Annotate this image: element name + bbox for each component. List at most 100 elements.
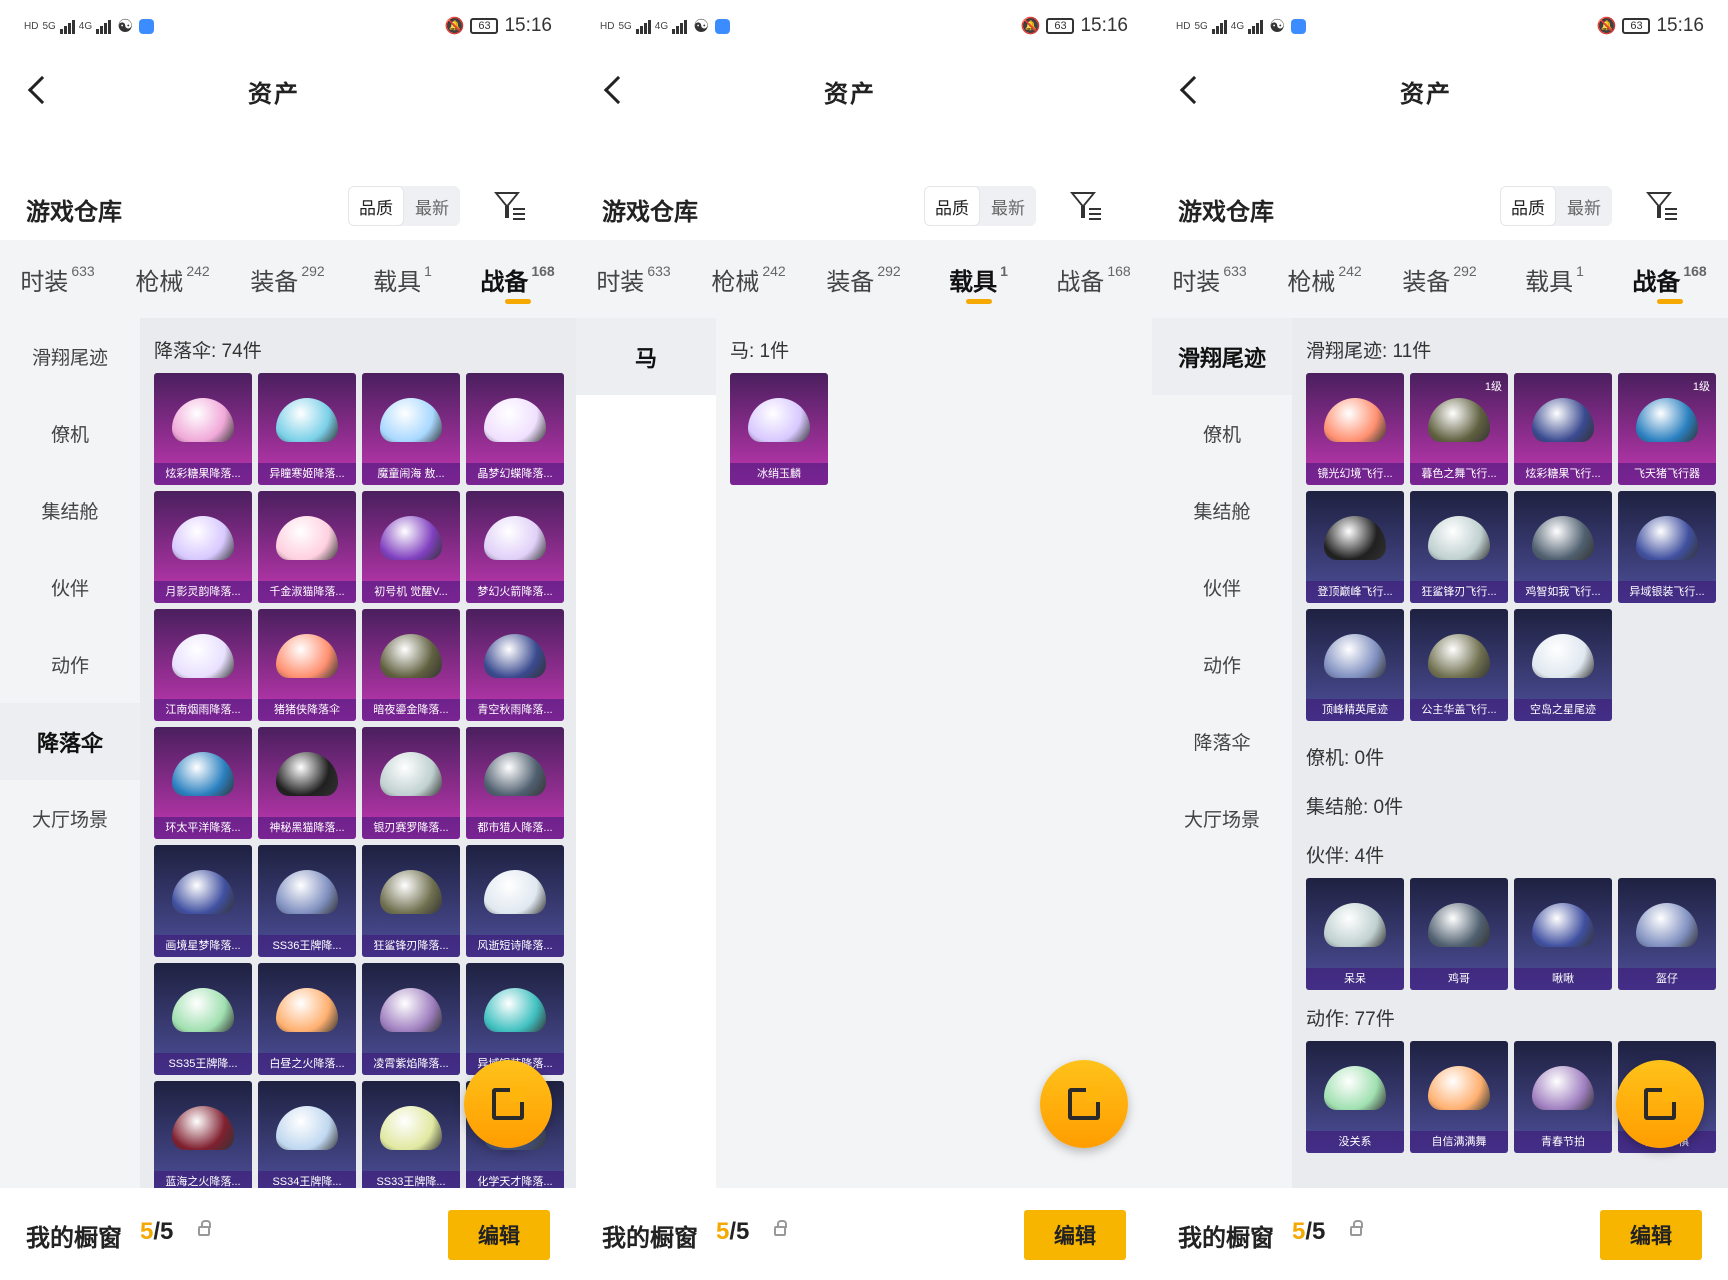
tab-combat[interactable]: 战备 168 — [460, 240, 575, 318]
item-card[interactable]: SS34王牌降... — [258, 1081, 356, 1188]
edit-button[interactable]: 编辑 — [1600, 1210, 1702, 1260]
sort-latest-button[interactable]: 最新 — [980, 186, 1036, 226]
filter-icon[interactable] — [1070, 190, 1104, 222]
tab-vehicles[interactable]: 载具 1 — [1497, 240, 1612, 318]
item-card[interactable]: 神秘黑猫降落... — [258, 727, 356, 839]
item-card[interactable]: 青空秋雨降落... — [466, 609, 564, 721]
item-card[interactable]: 异域银装降落... — [466, 963, 564, 1075]
tab-combat[interactable]: 战备 168 — [1612, 240, 1727, 318]
item-card[interactable]: 银刃赛罗降落... — [362, 727, 460, 839]
item-card[interactable]: 没关系 — [1306, 1041, 1404, 1153]
item-card[interactable]: 青春节拍 — [1514, 1041, 1612, 1153]
item-card[interactable]: SS33王牌降... — [362, 1081, 460, 1188]
share-fab-button[interactable] — [464, 1060, 552, 1148]
item-card[interactable]: 镜光幻境飞行... — [1306, 373, 1404, 485]
item-card[interactable]: 啾啾 — [1514, 878, 1612, 990]
item-card[interactable]: 晶梦幻蝶降落... — [466, 373, 564, 485]
item-card[interactable]: 江南烟雨降落... — [154, 609, 252, 721]
tab-guns[interactable]: 枪械 242 — [115, 240, 230, 318]
share-fab-button[interactable] — [1040, 1060, 1128, 1148]
sidebar-item-trail[interactable]: 滑翔尾迹 — [1152, 318, 1292, 395]
sidebar-item-wingman[interactable]: 僚机 — [1152, 395, 1292, 472]
item-card[interactable]: 梦幻火箭降落... — [466, 491, 564, 603]
filter-icon[interactable] — [494, 190, 528, 222]
sidebar-item-action[interactable]: 动作 — [0, 626, 140, 703]
item-card[interactable]: 魔童闹海 敖... — [362, 373, 460, 485]
item-card[interactable]: 蓝海之火降落... — [154, 1081, 252, 1188]
item-card[interactable]: 炫彩糖果飞行... — [1514, 373, 1612, 485]
item-label: 银刃赛罗降落... — [362, 817, 460, 839]
item-thumbnail-icon — [482, 977, 548, 1043]
item-card[interactable]: 1级 飞天猪飞行器 — [1618, 373, 1716, 485]
tab-fashion[interactable]: 时装 633 — [0, 240, 115, 318]
sort-latest-button[interactable]: 最新 — [1556, 186, 1612, 226]
item-card[interactable]: 猪猪侠降落伞 — [258, 609, 356, 721]
edit-button[interactable]: 编辑 — [1024, 1210, 1126, 1260]
item-thumbnail-icon — [378, 505, 444, 571]
item-card[interactable]: 冰绡玉麟 — [730, 373, 828, 485]
tab-fashion[interactable]: 时装 633 — [576, 240, 691, 318]
item-card[interactable]: 狂鲨锋刃飞行... — [1410, 491, 1508, 603]
item-card[interactable]: 顶峰精英尾迹 — [1306, 609, 1404, 721]
item-card[interactable]: 炫彩糖果降落... — [154, 373, 252, 485]
sidebar-item-pod[interactable]: 集结舱 — [1152, 472, 1292, 549]
item-card[interactable]: 狂鲨锋刃降落... — [362, 845, 460, 957]
tab-equipment[interactable]: 装备 292 — [230, 240, 345, 318]
item-card[interactable]: 鸡哥 — [1410, 878, 1508, 990]
sidebar-item-partner[interactable]: 伙伴 — [1152, 549, 1292, 626]
item-card[interactable]: 暗夜鎏金降落... — [362, 609, 460, 721]
item-card[interactable]: 异瞳寒姬降落... — [258, 373, 356, 485]
sidebar-item-partner[interactable]: 伙伴 — [0, 549, 140, 626]
item-card[interactable]: 风逝短诗降落... — [466, 845, 564, 957]
tab-guns[interactable]: 枪械 242 — [691, 240, 806, 318]
item-card[interactable]: 盔仔 — [1618, 878, 1716, 990]
tab-equipment[interactable]: 装备 292 — [806, 240, 921, 318]
sidebar-item-lobby[interactable]: 大厅场景 — [0, 780, 140, 857]
screen-combat-trails: HD 5G 4G ☯ 🔕 63 15:16 资产 游戏仓库 品质 最新 时装 63… — [1152, 0, 1728, 1280]
tab-vehicles[interactable]: 载具 1 — [921, 240, 1036, 318]
item-card[interactable]: 环太平洋降落... — [154, 727, 252, 839]
item-card[interactable]: 1级 暮色之舞飞行... — [1410, 373, 1508, 485]
tab-vehicles[interactable]: 载具 1 — [345, 240, 460, 318]
sidebar-item-pod[interactable]: 集结舱 — [0, 472, 140, 549]
sort-quality-button[interactable]: 品质 — [1500, 186, 1556, 226]
item-card[interactable]: 呆呆 — [1306, 878, 1404, 990]
external-link-icon — [492, 1086, 526, 1120]
item-card[interactable]: 公主华盖飞行... — [1410, 609, 1508, 721]
item-card[interactable]: SS35王牌降... — [154, 963, 252, 1075]
item-card[interactable]: 都市猎人降落... — [466, 727, 564, 839]
sidebar-item-parachute[interactable]: 降落伞 — [1152, 703, 1292, 780]
item-card[interactable]: 自信满满舞 — [1410, 1041, 1508, 1153]
filter-icon[interactable] — [1646, 190, 1680, 222]
item-card[interactable]: 初号机 觉醒V... — [362, 491, 460, 603]
sidebar-item-horse[interactable]: 马 — [576, 318, 716, 395]
sort-quality-button[interactable]: 品质 — [348, 186, 404, 226]
item-card[interactable]: SS36王牌降... — [258, 845, 356, 957]
tab-fashion[interactable]: 时装 633 — [1152, 240, 1267, 318]
item-card[interactable]: 鸡智如我飞行... — [1514, 491, 1612, 603]
item-card[interactable]: 凌霄紫焰降落... — [362, 963, 460, 1075]
edit-button[interactable]: 编辑 — [448, 1210, 550, 1260]
sidebar-item-parachute[interactable]: 降落伞 — [0, 703, 140, 780]
tab-equipment[interactable]: 装备 292 — [1382, 240, 1497, 318]
item-card[interactable]: 异域银装飞行... — [1618, 491, 1716, 603]
page-title: 资产 — [248, 81, 300, 108]
sort-latest-button[interactable]: 最新 — [404, 186, 460, 226]
sidebar-item-lobby[interactable]: 大厅场景 — [1152, 780, 1292, 857]
sidebar-item-action[interactable]: 动作 — [1152, 626, 1292, 703]
tab-guns[interactable]: 枪械 242 — [1267, 240, 1382, 318]
share-fab-button[interactable] — [1616, 1060, 1704, 1148]
item-card[interactable]: 画境星梦降落... — [154, 845, 252, 957]
item-card[interactable]: 空岛之星尾迹 — [1514, 609, 1612, 721]
sidebar-item-trail[interactable]: 滑翔尾迹 — [0, 318, 140, 395]
item-card[interactable]: 登顶巅峰飞行... — [1306, 491, 1404, 603]
item-card[interactable]: 千金淑猫降落... — [258, 491, 356, 603]
wifi-icon: ☯ — [693, 15, 710, 36]
item-card[interactable]: 月影灵韵降落... — [154, 491, 252, 603]
sort-quality-button[interactable]: 品质 — [924, 186, 980, 226]
tab-combat[interactable]: 战备 168 — [1036, 240, 1151, 318]
clock: 15:16 — [1080, 15, 1128, 36]
item-thumbnail-icon — [1322, 892, 1388, 958]
item-card[interactable]: 白昼之火降落... — [258, 963, 356, 1075]
sidebar-item-wingman[interactable]: 僚机 — [0, 395, 140, 472]
